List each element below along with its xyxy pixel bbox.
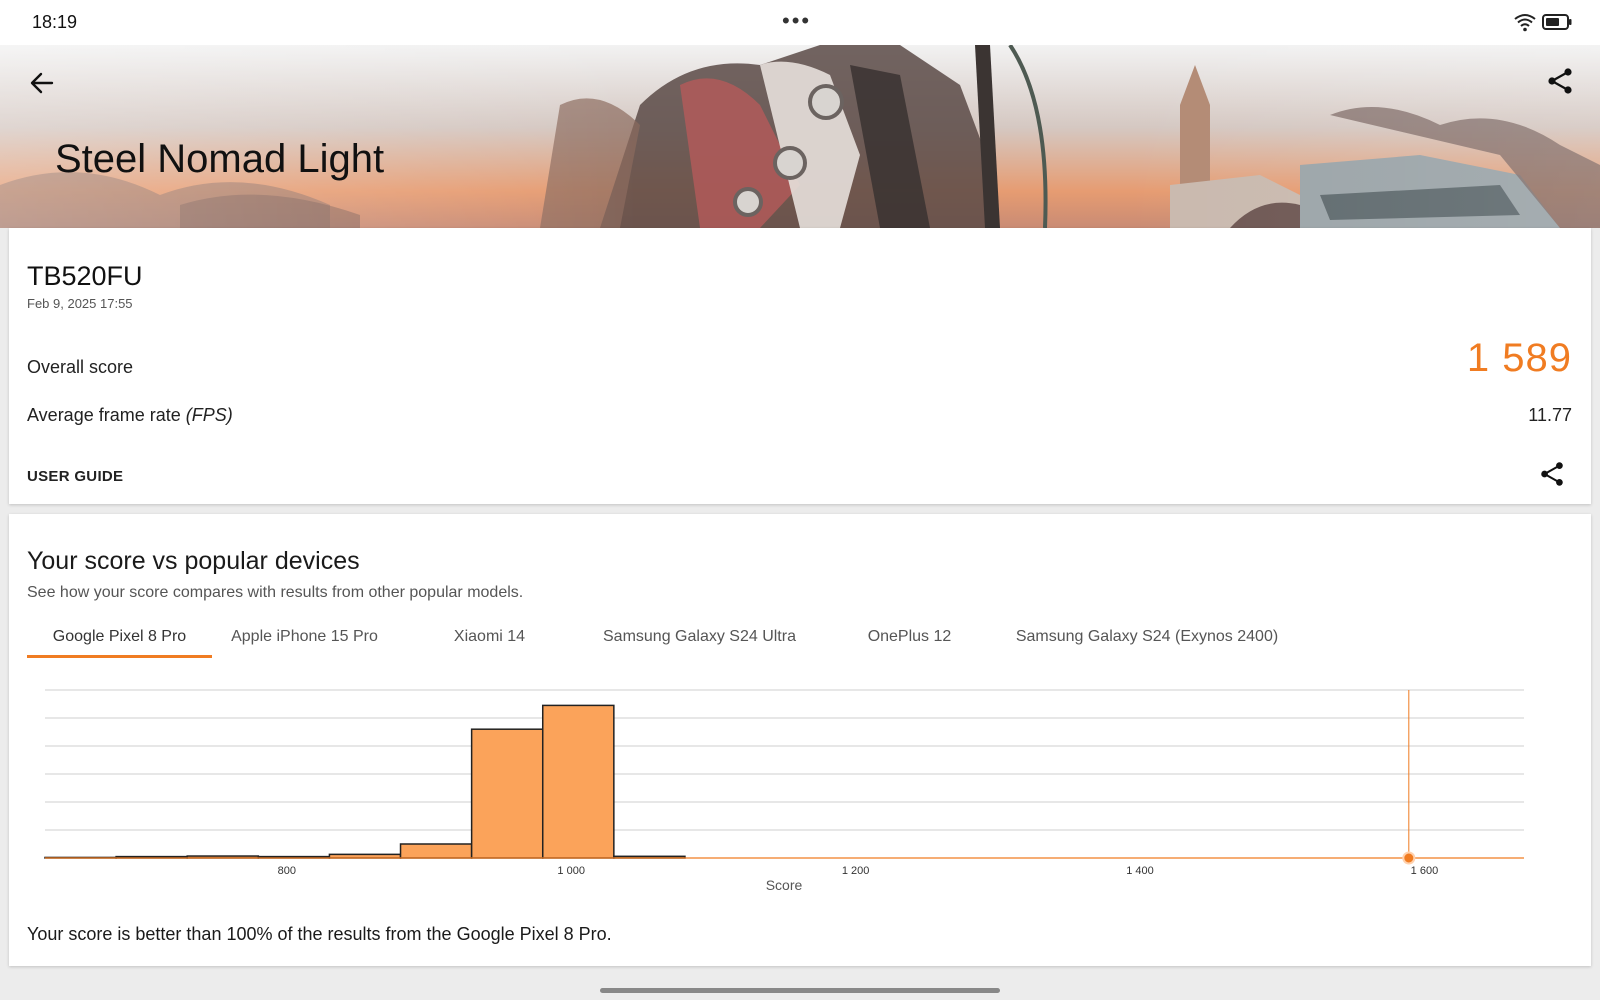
user-guide-link[interactable]: USER GUIDE — [27, 468, 123, 485]
share-icon[interactable] — [1546, 67, 1574, 95]
tab-google-pixel-8-pro[interactable]: Google Pixel 8 Pro — [27, 618, 212, 658]
status-icons — [1514, 12, 1572, 32]
result-card: TB520FU Feb 9, 2025 17:55 Overall score … — [9, 228, 1591, 504]
x-tick-label: 1 600 — [1411, 865, 1439, 877]
comparison-subtitle: See how your score compares with results… — [27, 584, 524, 601]
hero-banner: Steel Nomad Light — [0, 45, 1600, 228]
result-date: Feb 9, 2025 17:55 — [27, 296, 133, 311]
histogram-bar — [470, 728, 544, 859]
score-distribution-chart: 800 1 000 1 200 1 400 1 600 Score — [44, 689, 1524, 893]
x-tick-label: 1 200 — [842, 865, 870, 877]
comparison-title: Your score vs popular devices — [27, 547, 360, 575]
tab-samsung-galaxy-s24-ultra[interactable]: Samsung Galaxy S24 Ultra — [582, 618, 817, 658]
comparison-card: Your score vs popular devices See how yo… — [9, 514, 1591, 966]
page-title: Steel Nomad Light — [55, 137, 385, 181]
share-icon[interactable] — [1539, 461, 1565, 487]
x-tick-label: 1 400 — [1126, 865, 1154, 877]
more-dots-icon[interactable]: ••• — [782, 8, 811, 34]
tab-apple-iphone-15-pro[interactable]: Apple iPhone 15 Pro — [212, 618, 397, 658]
tab-samsung-galaxy-s24-exynos[interactable]: Samsung Galaxy S24 (Exynos 2400) — [1002, 618, 1292, 658]
home-indicator[interactable] — [600, 988, 1000, 993]
back-arrow-icon[interactable] — [28, 69, 56, 97]
fps-value: 11.77 — [1528, 405, 1572, 425]
x-tick-label: 1 000 — [557, 865, 585, 877]
wifi-icon — [1514, 14, 1536, 32]
battery-icon — [1542, 14, 1572, 30]
histogram-bar — [399, 843, 473, 859]
x-tick-label: 800 — [278, 865, 296, 877]
score-verdict: Your score is better than 100% of the re… — [27, 924, 612, 944]
tab-oneplus-12[interactable]: OnePlus 12 — [817, 618, 1002, 658]
overall-score-label: Overall score — [27, 357, 134, 377]
status-time: 18:19 — [32, 12, 78, 32]
fps-label: Average frame rate (FPS) — [27, 405, 233, 426]
device-name: TB520FU — [27, 261, 143, 291]
user-score-marker — [1402, 851, 1416, 865]
device-tabs: Google Pixel 8 Pro Apple iPhone 15 Pro X… — [27, 618, 1527, 658]
overall-score-value: 1 589 — [1466, 336, 1572, 380]
tab-xiaomi-14[interactable]: Xiaomi 14 — [397, 618, 582, 658]
x-axis-label: Score — [766, 877, 803, 893]
histogram-bar — [541, 704, 615, 859]
status-bar: 18:19 ••• — [0, 0, 1600, 45]
fps-unit: (FPS) — [185, 405, 233, 425]
fps-label-text: Average frame rate — [27, 405, 186, 425]
